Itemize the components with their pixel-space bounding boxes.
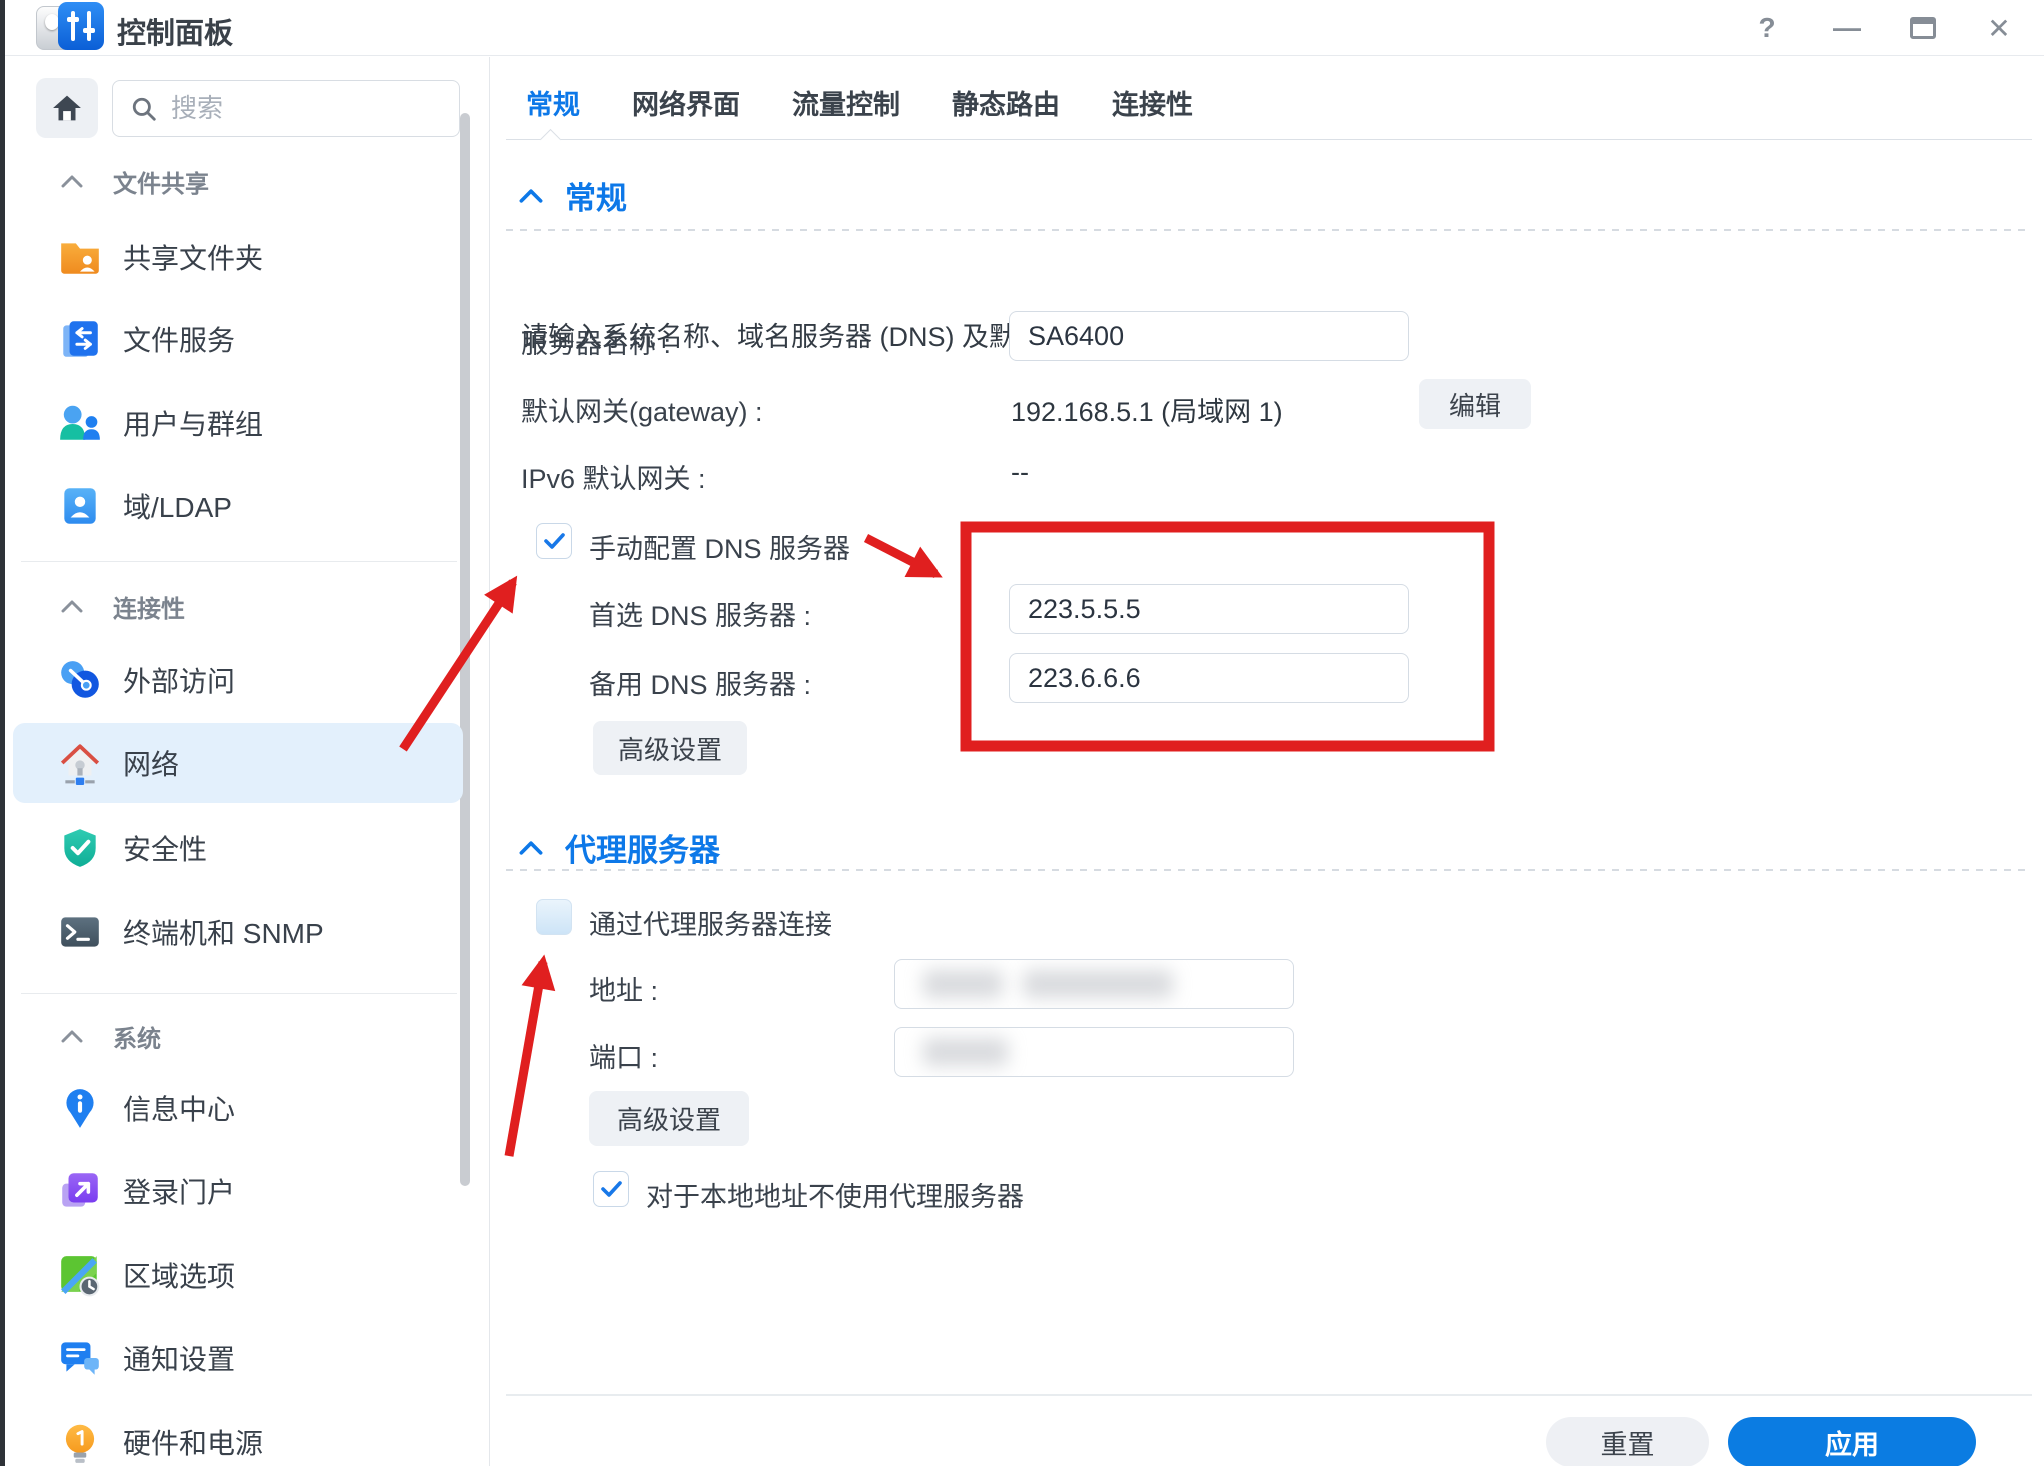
- sidebar-section-file-sharing[interactable]: 文件共享: [5, 163, 455, 199]
- sidebar-section-system[interactable]: 系统: [5, 1018, 455, 1054]
- check-icon: [601, 1181, 622, 1197]
- ipv6-gateway-value: --: [1011, 457, 1029, 487]
- gateway-edit-button[interactable]: 编辑: [1419, 379, 1531, 429]
- sidebar-item-domain-ldap[interactable]: 域/LDAP: [13, 466, 463, 546]
- info-center-icon: [66, 1089, 94, 1128]
- proxy-bypass-checkbox[interactable]: [593, 1171, 629, 1207]
- shared-folder-icon: [61, 243, 99, 274]
- titlebar: 控制面板 ? — ✕: [5, 0, 2044, 56]
- tab-bar: 常规 网络界面 流量控制 静态路由 连接性: [526, 83, 1193, 122]
- search-box: [112, 80, 460, 137]
- proxy-port-redaction: [895, 1028, 1293, 1076]
- proxy-address-label: 地址 :: [589, 976, 659, 1006]
- general-section-header[interactable]: 常规: [519, 173, 627, 218]
- users-groups-icon: [60, 405, 100, 440]
- manual-dns-checkbox[interactable]: [536, 523, 572, 559]
- tab-divider: [506, 139, 2032, 140]
- tab-static-route[interactable]: 静态路由: [952, 83, 1060, 122]
- sidebar-item-external-access[interactable]: 外部访问: [13, 640, 463, 720]
- sidebar-item-regional-options[interactable]: 区域选项: [13, 1235, 463, 1315]
- sidebar-divider: [21, 561, 457, 562]
- proxy-advanced-button[interactable]: 高级设置: [589, 1091, 749, 1146]
- sidebar-section-connectivity[interactable]: 连接性: [5, 588, 455, 624]
- control-panel-window: 控制面板 ? — ✕ 文件共享 共享文件夹 文件服务: [0, 0, 2044, 1466]
- server-name-input[interactable]: [1009, 311, 1409, 361]
- proxy-address-redaction: [895, 960, 1293, 1008]
- security-icon: [64, 829, 96, 867]
- server-name-label: 服务器名称 :: [521, 329, 672, 359]
- section-divider: [506, 869, 2032, 871]
- sidebar-item-info-center[interactable]: 信息中心: [13, 1068, 463, 1148]
- sidebar-item-hardware-power[interactable]: 硬件和电源: [13, 1402, 463, 1466]
- tab-general[interactable]: 常规: [526, 83, 580, 122]
- search-input[interactable]: [171, 93, 411, 124]
- gateway-label: 默认网关(gateway) :: [521, 397, 763, 427]
- chevron-up-icon: [61, 600, 83, 613]
- control-panel-app-icon: [36, 2, 106, 52]
- domain-ldap-icon: [64, 488, 96, 524]
- terminal-snmp-icon: [61, 917, 99, 947]
- search-icon: [132, 97, 156, 121]
- sidebar-item-login-portal[interactable]: 登录门户: [13, 1151, 463, 1231]
- proxy-section-header[interactable]: 代理服务器: [519, 825, 720, 870]
- sidebar-item-notification-settings[interactable]: 通知设置: [13, 1318, 463, 1398]
- sidebar-item-shared-folders[interactable]: 共享文件夹: [13, 217, 463, 297]
- tab-traffic-control[interactable]: 流量控制: [792, 83, 900, 122]
- sidebar: 文件共享 共享文件夹 文件服务 用户与群组 域/LDAP 连接性 外部访问: [5, 57, 490, 1466]
- sidebar-item-security[interactable]: 安全性: [13, 808, 463, 888]
- alternative-dns-label: 备用 DNS 服务器 :: [589, 670, 812, 700]
- footer-divider: [506, 1394, 2032, 1396]
- proxy-port-label: 端口 :: [589, 1043, 659, 1073]
- maximize-icon[interactable]: [1910, 17, 1936, 39]
- gateway-value: 192.168.5.1 (局域网 1): [1011, 397, 1283, 427]
- preferred-dns-label: 首选 DNS 服务器 :: [589, 601, 812, 631]
- home-button[interactable]: [36, 78, 98, 138]
- dns-advanced-button[interactable]: 高级设置: [593, 721, 747, 775]
- tab-connectivity[interactable]: 连接性: [1112, 83, 1193, 122]
- reset-button[interactable]: 重置: [1546, 1417, 1709, 1466]
- window-title: 控制面板: [117, 18, 234, 50]
- proxy-bypass-label: 对于本地地址不使用代理服务器: [646, 1182, 1024, 1212]
- chevron-up-icon: [61, 175, 83, 188]
- sidebar-item-network[interactable]: 网络: [13, 723, 463, 803]
- preferred-dns-input[interactable]: [1009, 584, 1409, 634]
- sidebar-divider: [21, 993, 457, 994]
- collapse-icon: [519, 189, 543, 203]
- notification-icon: [61, 1342, 99, 1375]
- sidebar-item-file-services[interactable]: 文件服务: [13, 299, 463, 379]
- sidebar-item-users-groups[interactable]: 用户与群组: [13, 383, 463, 463]
- collapse-icon: [519, 841, 543, 855]
- hardware-power-icon: [65, 1424, 95, 1463]
- help-icon[interactable]: ?: [1750, 12, 1784, 44]
- alternative-dns-input[interactable]: [1009, 653, 1409, 703]
- file-service-icon: [63, 321, 98, 357]
- login-portal-icon: [62, 1173, 98, 1207]
- regional-options-icon: [61, 1256, 100, 1297]
- ipv6-gateway-label: IPv6 默认网关 :: [521, 464, 706, 494]
- apply-button[interactable]: 应用: [1728, 1417, 1976, 1466]
- manual-dns-label: 手动配置 DNS 服务器: [589, 534, 851, 564]
- check-icon: [544, 533, 565, 549]
- proxy-connect-label: 通过代理服务器连接: [589, 910, 832, 940]
- active-tab-notch: [539, 128, 562, 151]
- close-icon[interactable]: ✕: [1982, 12, 2016, 45]
- external-access-icon: [61, 661, 99, 698]
- chevron-up-icon: [61, 1030, 83, 1043]
- proxy-connect-checkbox[interactable]: [536, 899, 572, 935]
- sidebar-item-terminal-snmp[interactable]: 终端机和 SNMP: [13, 892, 463, 972]
- section-divider: [506, 229, 2032, 231]
- home-icon: [53, 95, 81, 121]
- minimize-icon[interactable]: —: [1830, 12, 1864, 44]
- main-panel: 常规 网络界面 流量控制 静态路由 连接性 常规 请输入系统名称、域名服务器 (…: [491, 57, 2044, 1466]
- tab-network-interface[interactable]: 网络界面: [632, 83, 740, 122]
- network-icon: [60, 744, 100, 785]
